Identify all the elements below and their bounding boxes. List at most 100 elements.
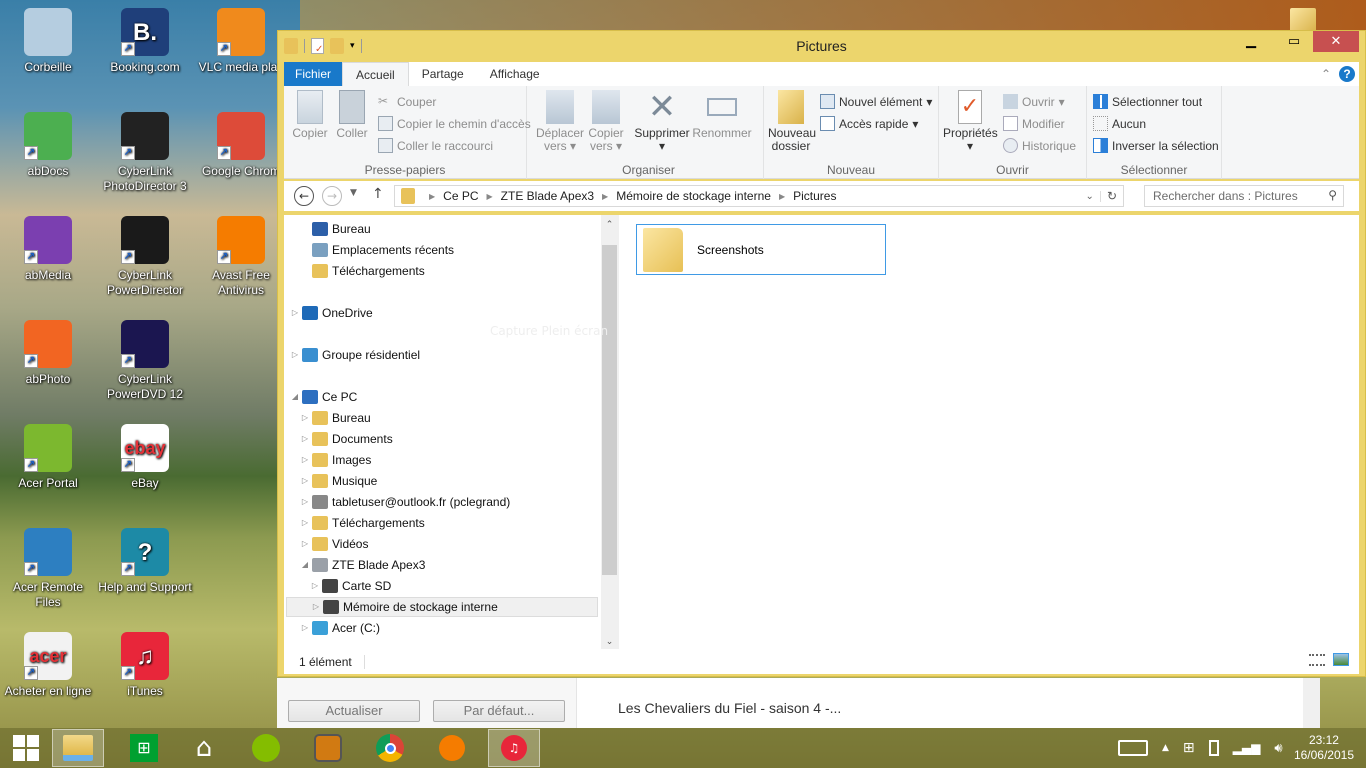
desktop-icon[interactable]: ↗ abMedia: [0, 216, 96, 283]
desktop-icon[interactable]: ↗ abPhoto: [0, 320, 96, 387]
select-none-button[interactable]: Aucun: [1093, 116, 1146, 131]
tab-view[interactable]: Affichage: [477, 62, 553, 86]
signal-icon[interactable]: ▂▄▆: [1233, 741, 1261, 755]
default-button[interactable]: Par défaut...: [433, 700, 565, 722]
file-explorer-window[interactable]: ✓ ▾ Pictures ▁ ▭ ✕ Fichier Accueil Parta…: [277, 30, 1366, 677]
nav-tree-item[interactable]: ▷ Groupe résidentiel: [290, 345, 420, 365]
large-icons-view-icon[interactable]: [1333, 653, 1349, 666]
desktop-icon[interactable]: ↗ CyberLink PowerDirector: [97, 216, 193, 298]
invert-selection-button[interactable]: Inverser la sélection: [1093, 138, 1219, 153]
desktop-icon[interactable]: ↗ CyberLink PhotoDirector 3: [97, 112, 193, 194]
desktop-icon[interactable]: ? ↗ Help and Support: [97, 528, 193, 595]
nav-tree-item[interactable]: Téléchargements: [300, 261, 425, 281]
back-button[interactable]: ←: [294, 186, 314, 206]
details-view-icon[interactable]: [1309, 654, 1325, 666]
desktop-icon[interactable]: ↗ abDocs: [0, 112, 96, 179]
cut-button[interactable]: ✂ Couper: [378, 94, 436, 109]
desktop-icon[interactable]: ebay ↗ eBay: [97, 424, 193, 491]
nav-tree-item[interactable]: ▷ tabletuser@outlook.fr (pclegrand): [300, 492, 510, 512]
taskbar-notes[interactable]: [302, 729, 354, 767]
expand-arrow-icon[interactable]: ◢: [290, 387, 300, 407]
tab-file[interactable]: Fichier: [284, 62, 343, 86]
nav-tree-item[interactable]: ◢ ZTE Blade Apex3: [300, 555, 425, 575]
nav-tree-item[interactable]: ▷ Images: [300, 450, 371, 470]
address-dropdown-icon[interactable]: ⌄: [1080, 190, 1101, 202]
paste-button[interactable]: Coller: [332, 90, 372, 140]
desktop-icon[interactable]: Corbeille: [0, 8, 96, 75]
nav-tree-item[interactable]: ▷ Carte SD: [310, 576, 391, 596]
desktop-icon[interactable]: ↗ Avast Free Antivirus: [193, 216, 289, 298]
title-bar[interactable]: ✓ ▾ Pictures ▁ ▭ ✕: [278, 31, 1365, 61]
expand-arrow-icon[interactable]: ▷: [311, 597, 321, 617]
expand-arrow-icon[interactable]: ▷: [300, 471, 310, 491]
expand-arrow-icon[interactable]: ▷: [300, 534, 310, 554]
nav-tree-item[interactable]: Bureau: [300, 219, 371, 239]
collapse-ribbon-icon[interactable]: ⌃: [1313, 62, 1339, 86]
taskbar-spotify[interactable]: [240, 729, 292, 767]
nav-tree-item[interactable]: ▷ Mémoire de stockage interne: [286, 597, 598, 617]
desktop-icon[interactable]: ♫ ↗ iTunes: [97, 632, 193, 699]
expand-arrow-icon[interactable]: ◢: [300, 555, 310, 575]
taskbar-store[interactable]: ⊞: [118, 729, 170, 767]
nav-tree-item[interactable]: Emplacements récents: [300, 240, 454, 260]
expand-arrow-icon[interactable]: ▷: [300, 618, 310, 638]
select-all-button[interactable]: Sélectionner tout: [1093, 94, 1202, 109]
action-center-icon[interactable]: ⊞: [1183, 740, 1195, 756]
expand-arrow-icon[interactable]: ▷: [310, 576, 320, 596]
breadcrumb-item[interactable]: Mémoire de stockage interne: [616, 189, 771, 203]
taskbar-itunes[interactable]: ♫: [488, 729, 540, 767]
properties-button[interactable]: ✓ Propriétés ▾: [943, 90, 998, 153]
nav-tree-item[interactable]: ▷ Bureau: [300, 408, 371, 428]
paste-shortcut-button[interactable]: Coller le raccourci: [378, 138, 493, 153]
history-button[interactable]: Historique: [1003, 138, 1076, 153]
nav-tree-item[interactable]: ▷ Téléchargements: [300, 513, 425, 533]
expand-arrow-icon[interactable]: ▷: [290, 303, 300, 323]
tab-home[interactable]: Accueil: [342, 62, 409, 86]
desktop-icon[interactable]: ↗ Acer Remote Files: [0, 528, 96, 610]
new-folder-button[interactable]: Nouveau dossier: [768, 90, 816, 153]
expand-arrow-icon[interactable]: ▷: [300, 450, 310, 470]
nav-tree-item[interactable]: ▷ Acer (C:): [300, 618, 380, 638]
copy-to-button[interactable]: Copier vers ▾: [586, 90, 626, 153]
expand-arrow-icon[interactable]: ▷: [300, 513, 310, 533]
desktop-icon[interactable]: B. ↗ Booking.com: [97, 8, 193, 75]
move-to-button[interactable]: Déplacer vers ▾: [536, 90, 584, 153]
new-item-button[interactable]: Nouvel élément ▾: [820, 94, 932, 109]
expand-arrow-icon[interactable]: ▷: [300, 408, 310, 428]
edit-button[interactable]: Modifier: [1003, 116, 1065, 131]
nav-tree-item[interactable]: ▷ Musique: [300, 471, 377, 491]
folder-item-screenshots[interactable]: Screenshots: [636, 224, 886, 275]
refresh-button[interactable]: Actualiser: [288, 700, 420, 722]
up-button[interactable]: ↑: [372, 186, 384, 202]
touch-keyboard-icon[interactable]: [1118, 740, 1148, 756]
delete-button[interactable]: ✕ Supprimer ▾: [634, 90, 690, 153]
search-input[interactable]: Rechercher dans : Pictures ⚲: [1144, 185, 1344, 207]
taskbar-home[interactable]: ⌂: [178, 729, 230, 767]
volume-icon[interactable]: 🔊︎: [1274, 741, 1282, 756]
breadcrumb-item[interactable]: Pictures: [793, 189, 836, 203]
recent-locations-button[interactable]: ▼: [350, 188, 357, 198]
expand-arrow-icon[interactable]: ▷: [290, 345, 300, 365]
breadcrumb-item[interactable]: ZTE Blade Apex3: [501, 189, 594, 203]
desktop-icon[interactable]: ↗ Google Chrom: [193, 112, 289, 179]
show-hidden-icons[interactable]: ▲: [1162, 743, 1169, 753]
refresh-icon[interactable]: ↻: [1101, 189, 1123, 203]
address-bar[interactable]: ▶ Ce PC ▶ ZTE Blade Apex3 ▶ Mémoire de stoc…: [394, 185, 1124, 207]
navigation-pane[interactable]: Bureau Emplacements récents Téléchargement…: [284, 215, 618, 649]
taskbar-avast[interactable]: [426, 729, 478, 767]
copy-path-button[interactable]: Copier le chemin d'accès: [378, 116, 531, 131]
desktop-icon[interactable]: ↗ VLC media play: [193, 8, 289, 75]
help-icon[interactable]: ?: [1339, 66, 1355, 82]
nav-tree-item[interactable]: ◢ Ce PC: [290, 387, 357, 407]
list-scrollbar[interactable]: [1303, 678, 1320, 728]
start-button[interactable]: [0, 729, 52, 767]
copy-button[interactable]: Copier: [290, 90, 330, 140]
maximize-button[interactable]: ▭: [1279, 31, 1309, 52]
expand-arrow-icon[interactable]: ▷: [300, 429, 310, 449]
scrollbar-thumb[interactable]: [602, 245, 617, 575]
desktop-icon[interactable]: ↗ CyberLink PowerDVD 12: [97, 320, 193, 402]
tab-share[interactable]: Partage: [409, 62, 477, 86]
nav-pane-scrollbar[interactable]: ⌃ ⌄: [601, 215, 618, 649]
nav-tree-item[interactable]: ▷ OneDrive: [290, 303, 373, 323]
rename-button[interactable]: Renommer: [692, 90, 752, 140]
